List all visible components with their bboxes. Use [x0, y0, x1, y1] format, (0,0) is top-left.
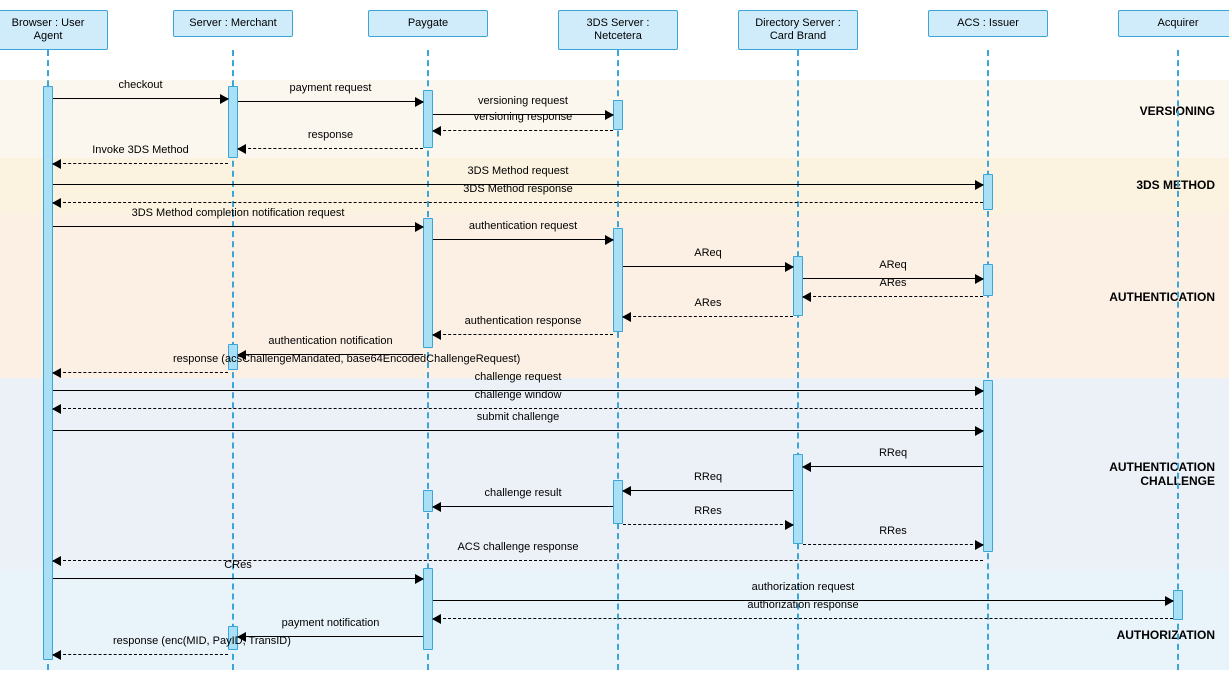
message-label: payment notification: [238, 617, 423, 629]
arrow-icon: [432, 502, 441, 512]
message-label: RRes: [623, 505, 793, 517]
message-label: payment request: [238, 82, 423, 94]
message-label: RRes: [803, 525, 983, 537]
activation-acquirer: [1173, 590, 1183, 620]
message-label: RReq: [803, 447, 983, 459]
phase-label-p3: AUTHENTICATION: [1109, 290, 1215, 304]
message: RReq: [623, 484, 793, 498]
phase-label-p4: AUTHENTICATION CHALLENGE: [1109, 460, 1215, 488]
message: response: [238, 142, 423, 156]
arrow-icon: [237, 144, 246, 154]
message-label: challenge request: [53, 371, 983, 383]
message: checkout: [53, 92, 228, 106]
message-label: CRes: [53, 559, 423, 571]
activation-acs: [983, 174, 993, 210]
message-label: 3DS Method request: [53, 165, 983, 177]
message-label: authentication response: [433, 315, 613, 327]
participant-threeds: 3DS Server : Netcetera: [558, 10, 678, 50]
message-label: ACS challenge response: [53, 541, 983, 553]
message-label: authorization request: [433, 581, 1173, 593]
participant-server: Server : Merchant: [173, 10, 293, 37]
message-label: Invoke 3DS Method: [53, 144, 228, 156]
message-label: challenge window: [53, 389, 983, 401]
message-label: AReq: [803, 259, 983, 271]
message: ARes: [803, 290, 983, 304]
message-label: AReq: [623, 247, 793, 259]
arrow-icon: [802, 292, 811, 302]
arrow-icon: [605, 235, 614, 245]
arrow-icon: [52, 650, 61, 660]
message: challenge result: [433, 500, 613, 514]
arrow-icon: [802, 462, 811, 472]
message-label: 3DS Method response: [53, 183, 983, 195]
message: RRes: [623, 518, 793, 532]
arrow-icon: [622, 486, 631, 496]
lifeline-acquirer: [1177, 50, 1179, 670]
message-label: versioning response: [433, 111, 613, 123]
message-label: submit challenge: [53, 411, 983, 423]
activation-directory: [793, 256, 803, 316]
message-label: authorization response: [433, 599, 1173, 611]
message: payment request: [238, 95, 423, 109]
activation-acs: [983, 380, 993, 552]
message-label: ARes: [623, 297, 793, 309]
message-label: 3DS Method completion notification reque…: [53, 207, 423, 219]
message-label: RReq: [623, 471, 793, 483]
message-label: response: [238, 129, 423, 141]
arrow-icon: [415, 97, 424, 107]
lifeline-threeds: [617, 50, 619, 670]
lifeline-directory: [797, 50, 799, 670]
message-label: response (enc(MID, PayID, TransID): [113, 635, 291, 647]
message-label: ARes: [803, 277, 983, 289]
sequence-diagram: VERSIONING3DS METHODAUTHENTICATIONAUTHEN…: [0, 0, 1229, 681]
arrow-icon: [432, 126, 441, 136]
message-label: challenge result: [433, 487, 613, 499]
phase-label-p5: AUTHORIZATION: [1117, 628, 1215, 642]
message: 3DS Method completion notification reque…: [53, 220, 423, 234]
phase-label-p2: 3DS METHOD: [1136, 178, 1215, 192]
activation-paygate: [423, 90, 433, 148]
activation-acs: [983, 264, 993, 296]
participant-directory: Directory Server : Card Brand: [738, 10, 858, 50]
arrow-icon: [220, 94, 229, 104]
message-label: versioning request: [433, 95, 613, 107]
message-label: authentication notification: [238, 335, 423, 347]
message: AReq: [623, 260, 793, 274]
participant-paygate: Paygate: [368, 10, 488, 37]
message: authentication response: [433, 328, 613, 342]
arrow-icon: [432, 330, 441, 340]
message: ARes: [623, 310, 793, 324]
message: response (enc(MID, PayID, TransID): [53, 648, 228, 662]
arrow-icon: [785, 262, 794, 272]
lifeline-acs: [987, 50, 989, 670]
arrow-icon: [975, 426, 984, 436]
message: CRes: [53, 572, 423, 586]
participant-acs: ACS : Issuer: [928, 10, 1048, 37]
message: authorization response: [433, 612, 1173, 626]
participant-acquirer: Acquirer: [1118, 10, 1229, 37]
message: authentication request: [433, 233, 613, 247]
arrow-icon: [52, 198, 61, 208]
message-label: checkout: [53, 79, 228, 91]
arrow-icon: [415, 574, 424, 584]
activation-paygate: [423, 568, 433, 650]
activation-paygate: [423, 218, 433, 348]
message: RReq: [803, 460, 983, 474]
arrow-icon: [432, 614, 441, 624]
message-label: response (acsChallengeMandated, base64En…: [173, 353, 520, 365]
message: versioning response: [433, 124, 613, 138]
message-label: authentication request: [433, 220, 613, 232]
arrow-icon: [785, 520, 794, 530]
arrow-icon: [622, 312, 631, 322]
activation-threeds: [613, 100, 623, 130]
message: submit challenge: [53, 424, 983, 438]
participant-browser: Browser : User Agent: [0, 10, 108, 50]
arrow-icon: [415, 222, 424, 232]
